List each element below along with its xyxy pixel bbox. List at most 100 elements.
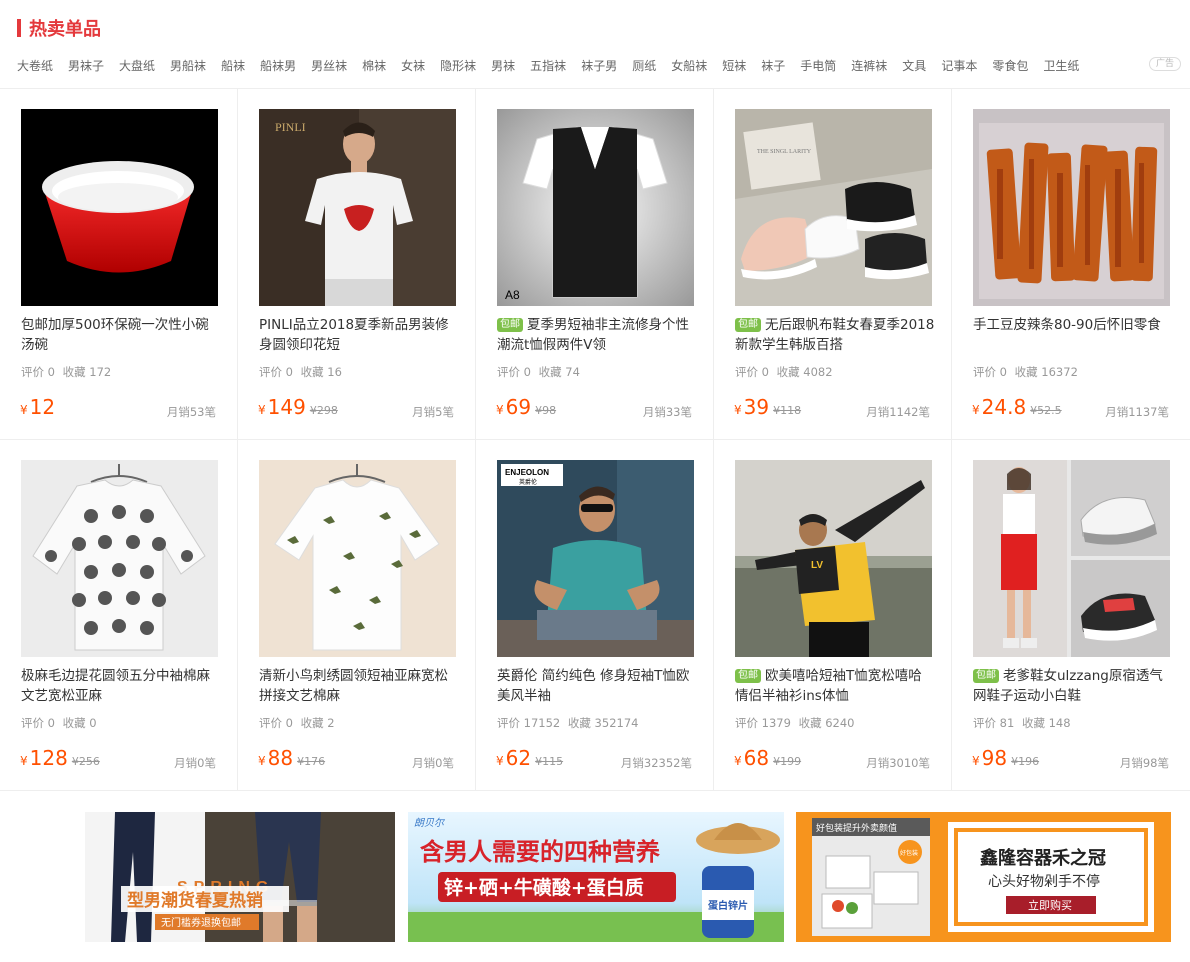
product-name[interactable]: PINLI品立2018夏季新品男装修身圆领印花短 (259, 315, 459, 355)
product-row: 包邮加厚500环保碗一次性小碗汤碗 评价 0 收藏 172 ¥12 月销53笔 … (0, 89, 1190, 440)
tag-link[interactable]: 女船袜 (671, 57, 707, 74)
product-image-enjeolon-tee[interactable]: ENJEOLON 英爵伦 (497, 460, 694, 657)
free-shipping-badge: 包邮 (973, 669, 999, 683)
product-card[interactable]: THE SINGL LARITY 包邮 无后跟帆布鞋女春夏季2018新款学生韩版百… (714, 89, 952, 439)
svg-text:无门槛券退换包邮: 无门槛券退换包邮 (161, 916, 241, 929)
monthly-sales: 月销98笔 (1119, 756, 1169, 770)
product-price: ¥12 (20, 395, 56, 419)
tag-link[interactable]: 厕纸 (632, 57, 656, 74)
product-price: ¥62 ¥115 (496, 746, 564, 770)
tag-link[interactable]: 男丝袜 (311, 57, 347, 74)
svg-text:PINLI: PINLI (275, 120, 306, 134)
svg-text:型男潮货春夏热销: 型男潮货春夏热销 (127, 890, 263, 911)
svg-text:ENJEOLON: ENJEOLON (505, 468, 549, 477)
product-row: 极麻毛边提花圆领五分中袖棉麻文艺宽松亚麻 评价 0 收藏 0 ¥128 ¥256 … (0, 440, 1190, 791)
monthly-sales: 月销0笔 (412, 756, 454, 770)
product-grid: 包邮加厚500环保碗一次性小碗汤碗 评价 0 收藏 172 ¥12 月销53笔 … (0, 88, 1190, 791)
svg-text:英爵伦: 英爵伦 (519, 478, 537, 486)
tag-link[interactable]: 大盘纸 (119, 57, 155, 74)
svg-text:心头好物剁手不停: 心头好物剁手不停 (988, 873, 1100, 890)
product-card[interactable]: 手工豆皮辣条80-90后怀旧零食 评价 0 收藏 16372 ¥24.8 ¥52.… (952, 89, 1190, 439)
product-card[interactable]: 包邮加厚500环保碗一次性小碗汤碗 评价 0 收藏 172 ¥12 月销53笔 (0, 89, 238, 439)
svg-text:立即购买: 立即购买 (1028, 898, 1072, 912)
free-shipping-badge: 包邮 (497, 318, 523, 332)
product-image-bowl[interactable] (21, 109, 218, 306)
product-image-polka-linen-shirt[interactable] (21, 460, 218, 657)
free-shipping-badge: 包邮 (735, 318, 761, 332)
tag-link[interactable]: 连裤袜 (851, 57, 887, 74)
svg-text:蛋白锌片: 蛋白锌片 (708, 899, 748, 912)
product-name[interactable]: 包邮 老爹鞋女ulzzang原宿透气网鞋子运动小白鞋 (973, 666, 1173, 706)
product-card[interactable]: LV 包邮 欧美嘻哈短袖T恤宽松嘻哈情侣半袖衫ins体恤 评价 1379 收藏 6… (714, 440, 952, 790)
product-name[interactable]: 手工豆皮辣条80-90后怀旧零食 (973, 315, 1173, 355)
monthly-sales: 月销1142笔 (866, 405, 930, 419)
product-card[interactable]: A8 包邮 夏季男短袖非主流修身个性潮流t恤假两件V领 评价 0 收藏 74 ¥6… (476, 89, 714, 439)
product-card[interactable]: 清新小鸟刺绣圆领短袖亚麻宽松拼接文艺棉麻 评价 0 收藏 2 ¥88 ¥176 月… (238, 440, 476, 790)
tag-link[interactable]: 袜子 (761, 57, 785, 74)
banner-nutrition[interactable]: 朗贝尔 含男人需要的四种营养 锌+硒+牛磺酸+蛋白质 蛋白锌片 (408, 812, 784, 942)
tag-link[interactable]: 五指袜 (530, 57, 566, 74)
product-price: ¥24.8 ¥52.5 (972, 395, 1062, 419)
tag-link[interactable]: 船袜男 (260, 57, 296, 74)
banner-containers[interactable]: 好包装提升外卖颜值 好包装 鑫隆容器禾之冠 心头好物剁手不停 立即购买 (796, 812, 1171, 942)
product-image-layered-tee[interactable]: A8 (497, 109, 694, 306)
section-header: 热卖单品 (17, 16, 101, 40)
tag-link[interactable]: 零食包 (992, 57, 1028, 74)
monthly-sales: 月销32352笔 (620, 756, 692, 770)
tag-link[interactable]: 棉袜 (362, 57, 386, 74)
product-name[interactable]: 包邮 夏季男短袖非主流修身个性潮流t恤假两件V领 (497, 315, 697, 355)
product-name[interactable]: 包邮加厚500环保碗一次性小碗汤碗 (21, 315, 221, 355)
tag-link[interactable]: 文具 (902, 57, 926, 74)
tag-link[interactable]: 短袜 (722, 57, 746, 74)
product-image-hiphop-tee[interactable]: LV (735, 460, 932, 657)
product-image-pinli-tee[interactable]: PINLI (259, 109, 456, 306)
product-name[interactable]: 包邮 无后跟帆布鞋女春夏季2018新款学生韩版百搭 (735, 315, 935, 355)
product-price: ¥98 ¥196 (972, 746, 1040, 770)
monthly-sales: 月销1137笔 (1105, 405, 1169, 419)
product-meta: 评价 0 收藏 172 (21, 365, 112, 379)
product-name[interactable]: 英爵伦 简约纯色 修身短袖T恤欧美风半袖 (497, 666, 697, 706)
product-name[interactable]: 包邮 欧美嘻哈短袖T恤宽松嘻哈情侣半袖衫ins体恤 (735, 666, 935, 706)
tag-link[interactable]: 男袜 (491, 57, 515, 74)
ad-badge: 广告 (1149, 57, 1181, 71)
svg-text:朗贝尔: 朗贝尔 (414, 817, 446, 829)
svg-text:LV: LV (811, 560, 823, 571)
tag-link[interactable]: 男船袜 (170, 57, 206, 74)
tag-link[interactable]: 手电筒 (800, 57, 836, 74)
section-title: 热卖单品 (29, 19, 101, 40)
product-price: ¥39 ¥118 (734, 395, 802, 419)
product-meta: 评价 0 收藏 0 (21, 716, 97, 730)
tag-link[interactable]: 记事本 (941, 57, 977, 74)
product-price: ¥128 ¥256 (20, 746, 100, 770)
tag-link[interactable]: 卫生纸 (1043, 57, 1079, 74)
product-card[interactable]: ENJEOLON 英爵伦 英爵伦 简约纯色 修身短袖T恤欧美风半袖 评价 171… (476, 440, 714, 790)
monthly-sales: 月销3010笔 (866, 756, 930, 770)
tag-link[interactable]: 大卷纸 (17, 57, 53, 74)
product-meta: 评价 0 收藏 16372 (973, 365, 1078, 379)
title-accent-bar (17, 19, 21, 37)
product-image-dad-sneakers[interactable] (973, 460, 1170, 657)
tag-link[interactable]: 隐形袜 (440, 57, 476, 74)
tag-link[interactable]: 女袜 (401, 57, 425, 74)
product-card[interactable]: PINLI PINLI品立2018夏季新品男装修身圆领印花短 评价 0 收藏 1… (238, 89, 476, 439)
product-name[interactable]: 清新小鸟刺绣圆领短袖亚麻宽松拼接文艺棉麻 (259, 666, 459, 706)
svg-text:鑫隆容器禾之冠: 鑫隆容器禾之冠 (979, 847, 1106, 869)
product-image-spicy-strips[interactable] (973, 109, 1170, 306)
tag-link[interactable]: 男袜子 (68, 57, 104, 74)
svg-text:THE SINGL LARITY: THE SINGL LARITY (757, 149, 812, 155)
product-image-bird-embroidery-shirt[interactable] (259, 460, 456, 657)
product-image-canvas-shoes[interactable]: THE SINGL LARITY (735, 109, 932, 306)
tag-link[interactable]: 船袜 (221, 57, 245, 74)
product-card[interactable]: 极麻毛边提花圆领五分中袖棉麻文艺宽松亚麻 评价 0 收藏 0 ¥128 ¥256 … (0, 440, 238, 790)
product-card[interactable]: 包邮 老爹鞋女ulzzang原宿透气网鞋子运动小白鞋 评价 81 收藏 148 ¥… (952, 440, 1190, 790)
product-name[interactable]: 极麻毛边提花圆领五分中袖棉麻文艺宽松亚麻 (21, 666, 221, 706)
tag-link[interactable]: 袜子男 (581, 57, 617, 74)
monthly-sales: 月销5笔 (412, 405, 454, 419)
banner-jeans[interactable]: SPRING 型男潮货春夏热销 无门槛券退换包邮 (85, 812, 395, 942)
monthly-sales: 月销53笔 (166, 405, 216, 419)
svg-text:好包装: 好包装 (900, 849, 918, 857)
product-meta: 评价 1379 收藏 6240 (735, 716, 855, 730)
product-price: ¥149 ¥298 (258, 395, 338, 419)
hot-tags-bar: 大卷纸 男袜子 大盘纸 男船袜 船袜 船袜男 男丝袜 棉袜 女袜 隐形袜 男袜 … (17, 55, 1185, 75)
monthly-sales: 月销33笔 (642, 405, 692, 419)
